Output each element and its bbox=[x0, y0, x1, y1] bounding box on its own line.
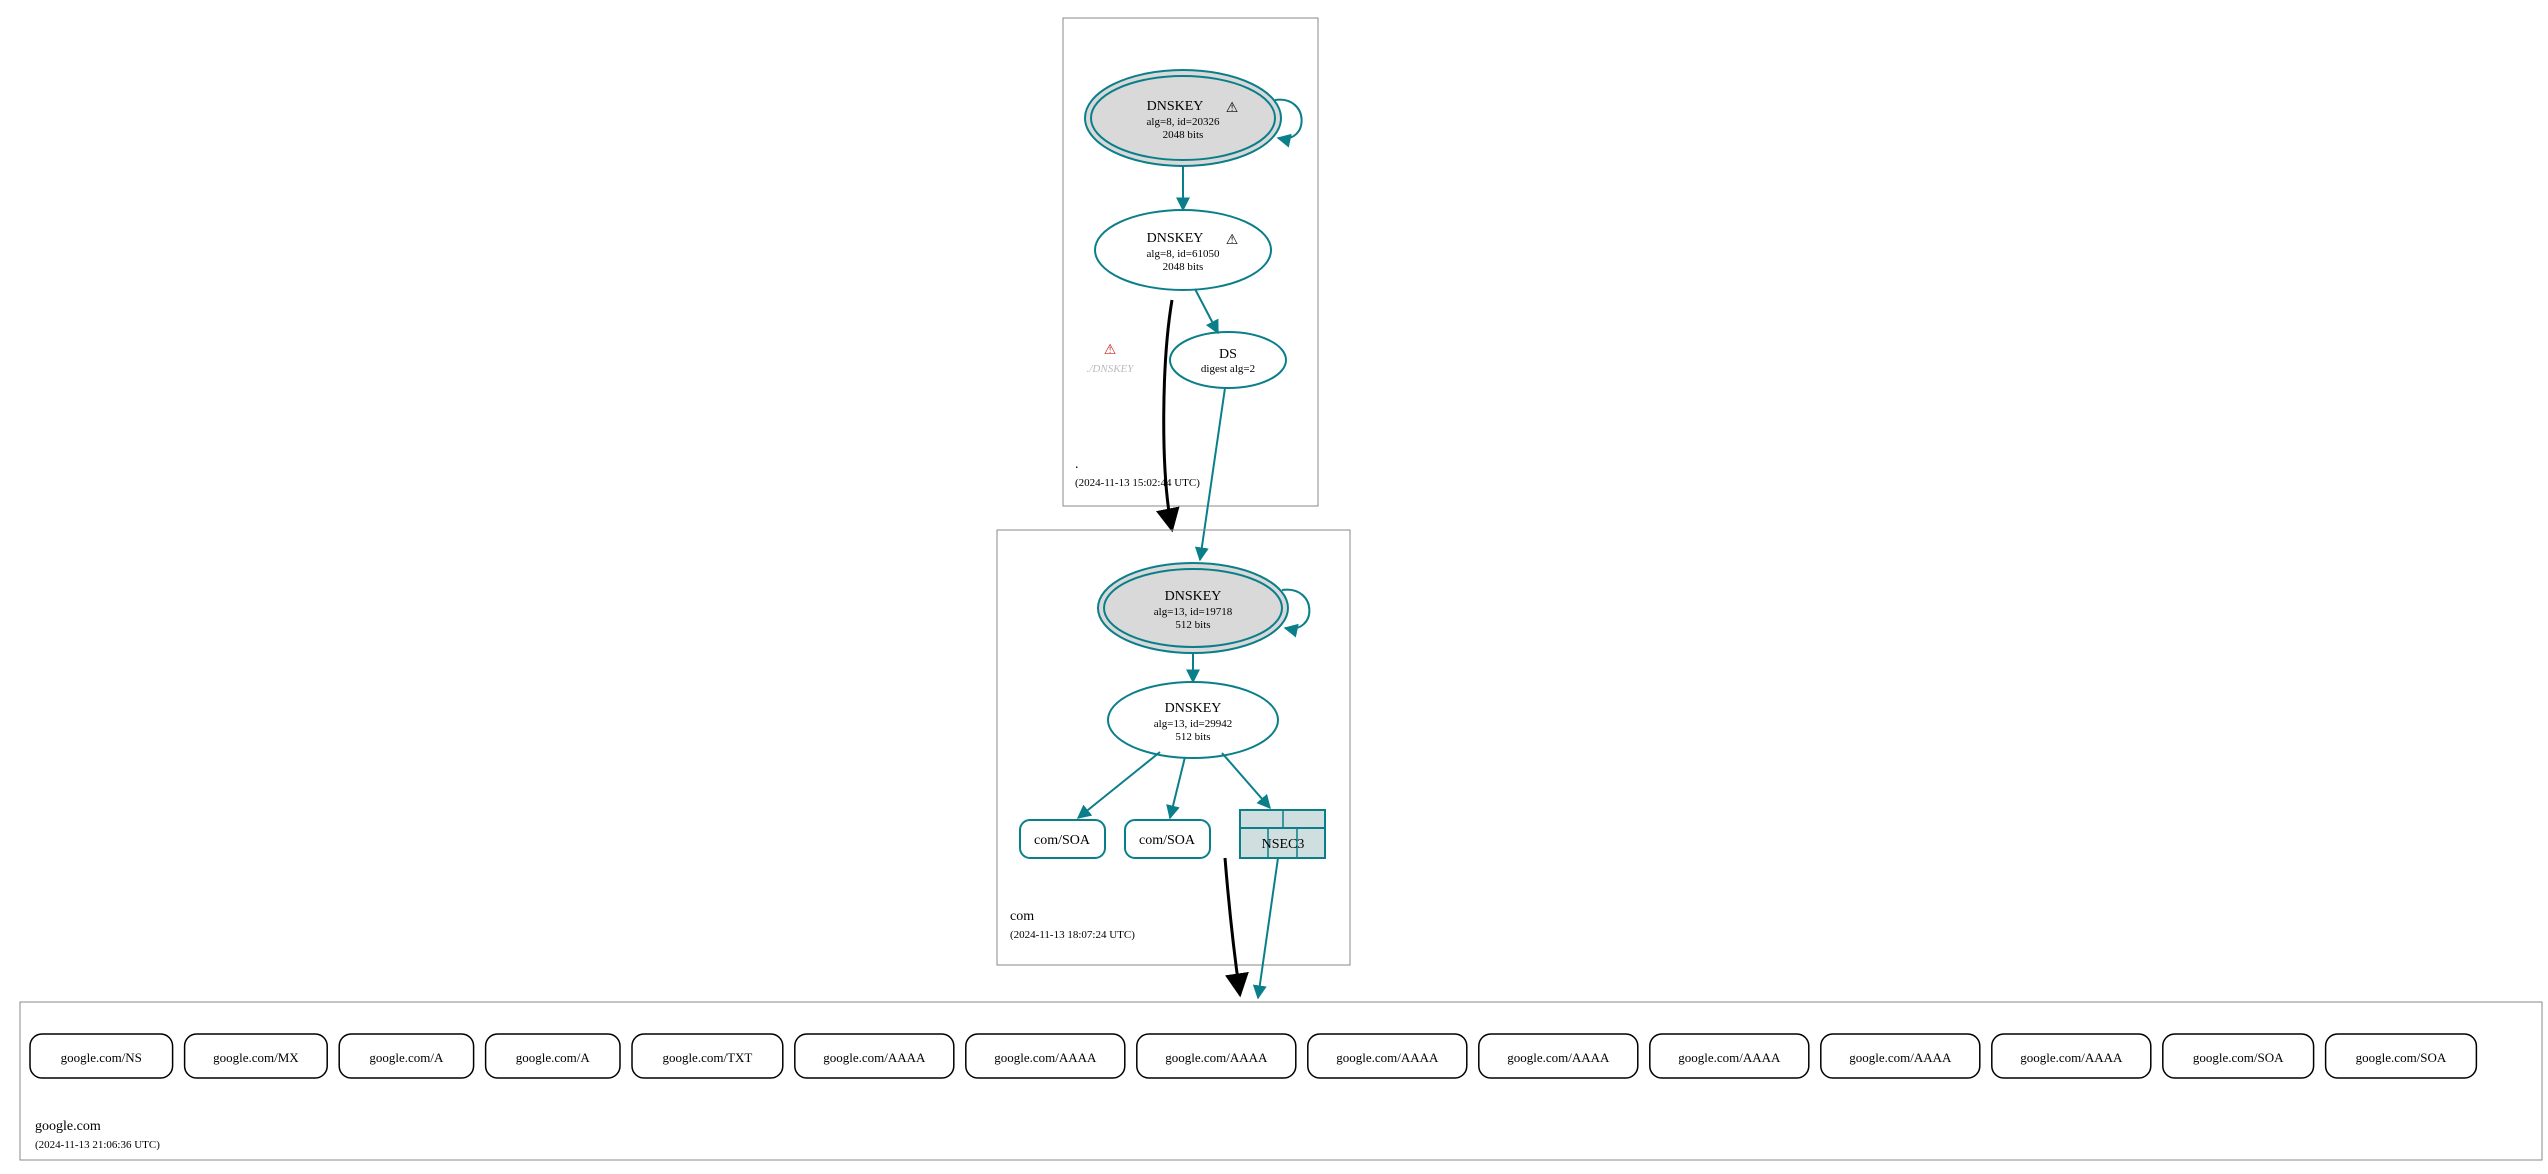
node-com-dnskey-zsk[interactable]: DNSKEY alg=13, id=29942 512 bits bbox=[1108, 682, 1278, 758]
warning-icon: ⚠ bbox=[1104, 343, 1117, 358]
node-label: NSEC3 bbox=[1262, 837, 1305, 852]
leaf-record[interactable]: google.com/AAAA bbox=[1650, 1034, 1809, 1078]
leaf-record[interactable]: google.com/AAAA bbox=[966, 1034, 1125, 1078]
zone-timestamp-root: (2024-11-13 15:02:44 UTC) bbox=[1075, 477, 1200, 489]
edge-com-to-google-black bbox=[1225, 858, 1240, 995]
leaf-label: google.com/AAAA bbox=[823, 1050, 926, 1065]
leaf-label: google.com/AAAA bbox=[1507, 1050, 1610, 1065]
leaf-label: google.com/AAAA bbox=[1849, 1050, 1952, 1065]
node-title: DNSKEY bbox=[1165, 701, 1222, 716]
node-sub2: 512 bits bbox=[1175, 619, 1210, 631]
node-sub1: alg=13, id=19718 bbox=[1154, 606, 1233, 618]
leaf-record[interactable]: google.com/TXT bbox=[632, 1034, 783, 1078]
node-label: com/SOA bbox=[1139, 833, 1196, 848]
edge-com-zsk-to-soa2 bbox=[1170, 757, 1185, 818]
leaf-record[interactable]: google.com/AAAA bbox=[1992, 1034, 2151, 1078]
node-sub1: digest alg=2 bbox=[1201, 363, 1255, 375]
node-com-dnskey-ksk[interactable]: DNSKEY alg=13, id=19718 512 bits bbox=[1098, 563, 1288, 653]
node-sub1: alg=8, id=20326 bbox=[1147, 116, 1220, 128]
node-sub1: alg=13, id=29942 bbox=[1154, 718, 1232, 730]
node-sub2: 2048 bits bbox=[1163, 129, 1204, 141]
node-label: com/SOA bbox=[1034, 833, 1091, 848]
node-sub2: 2048 bits bbox=[1163, 261, 1204, 273]
node-root-dnskey-zsk[interactable]: DNSKEY ⚠ alg=8, id=61050 2048 bits bbox=[1095, 210, 1271, 290]
leaf-label: google.com/A bbox=[516, 1050, 591, 1065]
edge-com-zsk-to-soa1 bbox=[1078, 752, 1160, 818]
node-title: DNSKEY bbox=[1147, 231, 1204, 246]
node-title: DNSKEY bbox=[1165, 589, 1222, 604]
leaf-record[interactable]: google.com/SOA bbox=[2326, 1034, 2477, 1078]
edge-ds-to-com-ksk bbox=[1200, 388, 1225, 560]
zone-timestamp-google: (2024-11-13 21:06:36 UTC) bbox=[35, 1139, 160, 1151]
leaf-record[interactable]: google.com/A bbox=[339, 1034, 473, 1078]
zone-name-com: com bbox=[1010, 909, 1034, 924]
leaf-record[interactable]: google.com/A bbox=[486, 1034, 620, 1078]
node-root-dnskey-missing[interactable]: ⚠ ./DNSKEY bbox=[1087, 343, 1136, 375]
warning-icon: ⚠ bbox=[1226, 233, 1239, 248]
node-com-soa-1[interactable]: com/SOA bbox=[1020, 820, 1105, 858]
svg-text:DNSKEY: DNSKEY bbox=[1147, 231, 1204, 246]
zone-timestamp-com: (2024-11-13 18:07:24 UTC) bbox=[1010, 929, 1135, 941]
zone-name-google: google.com bbox=[35, 1119, 101, 1134]
leaf-label: google.com/MX bbox=[213, 1050, 299, 1065]
leaf-record[interactable]: google.com/NS bbox=[30, 1034, 173, 1078]
leaf-label: google.com/AAAA bbox=[994, 1050, 1097, 1065]
leaf-label: google.com/AAAA bbox=[1336, 1050, 1439, 1065]
edge-com-zsk-to-nsec3 bbox=[1222, 753, 1270, 808]
node-nsec3[interactable]: NSEC3 bbox=[1240, 810, 1325, 858]
node-com-soa-2[interactable]: com/SOA bbox=[1125, 820, 1210, 858]
edge-root-zsk-to-ds bbox=[1195, 289, 1218, 333]
edge-nsec3-to-google-teal bbox=[1258, 858, 1278, 998]
leaf-label: google.com/AAAA bbox=[1678, 1050, 1781, 1065]
leaf-label: google.com/AAAA bbox=[2020, 1050, 2123, 1065]
node-title: DS bbox=[1219, 347, 1237, 362]
node-root-dnskey-ksk[interactable]: DNSKEY ⚠ alg=8, id=20326 2048 bits bbox=[1085, 70, 1281, 166]
node-label: ./DNSKEY bbox=[1087, 363, 1136, 375]
zone-box-google bbox=[20, 1002, 2542, 1160]
leaf-record[interactable]: google.com/AAAA bbox=[1137, 1034, 1296, 1078]
leaf-label: google.com/A bbox=[369, 1050, 444, 1065]
leaf-record[interactable]: google.com/AAAA bbox=[1479, 1034, 1638, 1078]
leaf-record[interactable]: google.com/AAAA bbox=[1308, 1034, 1467, 1078]
node-root-ds[interactable]: DS digest alg=2 bbox=[1170, 332, 1286, 388]
zone-name-root: . bbox=[1075, 457, 1079, 472]
leaf-record[interactable]: google.com/AAAA bbox=[1821, 1034, 1980, 1078]
edge-root-to-com-black bbox=[1164, 300, 1172, 530]
dnssec-diagram: DNSKEY ⚠ alg=8, id=20326 2048 bits DNSKE… bbox=[0, 0, 2548, 1174]
node-sub1: alg=8, id=61050 bbox=[1147, 248, 1220, 260]
warning-icon: ⚠ bbox=[1226, 101, 1239, 116]
leaf-record[interactable]: google.com/MX bbox=[185, 1034, 328, 1078]
leaf-label: google.com/SOA bbox=[2193, 1050, 2284, 1065]
leaf-label: google.com/AAAA bbox=[1165, 1050, 1268, 1065]
node-sub2: 512 bits bbox=[1175, 731, 1210, 743]
leaf-record[interactable]: google.com/AAAA bbox=[795, 1034, 954, 1078]
leaf-record[interactable]: google.com/SOA bbox=[2163, 1034, 2314, 1078]
leaf-label: google.com/NS bbox=[61, 1050, 142, 1065]
leaf-label: google.com/TXT bbox=[662, 1050, 752, 1065]
leaf-label: google.com/SOA bbox=[2356, 1050, 2447, 1065]
node-title: DNSKEY bbox=[1147, 99, 1204, 114]
svg-text:DNSKEY: DNSKEY bbox=[1147, 99, 1204, 114]
